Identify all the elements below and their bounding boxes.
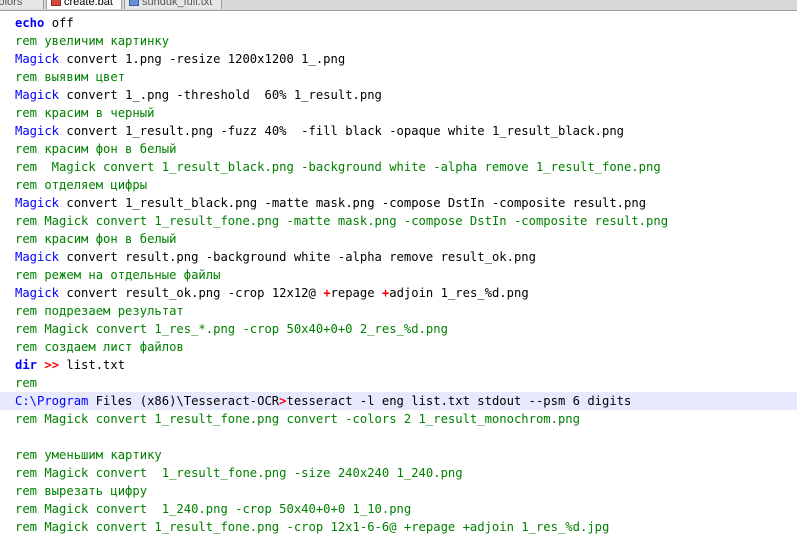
code-line[interactable]: echo off xyxy=(0,14,797,32)
comment-text: rem подрезаем результат xyxy=(15,304,184,318)
code-line[interactable]: rem уменьшим картику xyxy=(0,446,797,464)
code-line[interactable] xyxy=(0,428,797,446)
code-line[interactable]: rem красим в черный xyxy=(0,104,797,122)
code-line[interactable]: rem красим фон в белый xyxy=(0,140,797,158)
path-keyword: C:\Program xyxy=(15,394,89,408)
code-line[interactable]: Magick convert 1_result_black.png -matte… xyxy=(0,194,797,212)
command-keyword: echo xyxy=(15,16,45,30)
operator: + xyxy=(323,286,331,300)
command-keyword: dir xyxy=(15,358,38,372)
command-arguments: adjoin 1_res_%d.png xyxy=(389,286,529,300)
code-line[interactable]: rem выявим цвет xyxy=(0,68,797,86)
code-line[interactable]: rem создаем лист файлов xyxy=(0,338,797,356)
command-keyword: Magick xyxy=(15,88,60,102)
command-keyword: Magick xyxy=(15,196,60,210)
code-line[interactable]: dir >> list.txt xyxy=(0,356,797,374)
command-keyword: Magick xyxy=(15,124,60,138)
command-keyword: Magick xyxy=(15,52,60,66)
tab-sunduk-full-txt[interactable]: sunduk_full.txt xyxy=(124,0,222,9)
code-line[interactable]: rem режем на отдельные файлы xyxy=(0,266,797,284)
command-keyword: Magick xyxy=(15,250,60,264)
tab-label: colors xyxy=(0,0,23,8)
code-line[interactable]: Magick convert result_ok.png -crop 12x12… xyxy=(0,284,797,302)
command-arguments: off xyxy=(44,16,74,30)
tab-bar: colors create.bat sunduk_full.txt xyxy=(0,0,797,11)
tab-label: sunduk_full.txt xyxy=(142,0,213,8)
tab-create-bat[interactable]: create.bat xyxy=(46,0,122,9)
code-line[interactable]: rem подрезаем результат xyxy=(0,302,797,320)
redirect-operator: > xyxy=(279,394,287,408)
comment-text: rem Magick convert 1_result_fone.png -cr… xyxy=(15,520,610,534)
code-line[interactable]: rem Magick convert 1_result_fone.png -cr… xyxy=(0,518,797,536)
comment-text: rem красим в черный xyxy=(15,106,155,120)
comment-text: rem выявим цвет xyxy=(15,70,126,84)
tab-colors[interactable]: colors xyxy=(0,0,44,9)
comment-text: rem увеличим картинку xyxy=(15,34,170,48)
code-line[interactable]: rem xyxy=(0,374,797,392)
code-line[interactable]: Magick convert result.png -background wh… xyxy=(0,248,797,266)
comment-text: rem Magick convert 1_result_black.png -b… xyxy=(15,160,661,174)
comment-text: rem Magick convert 1_res_*.png -crop 50x… xyxy=(15,322,448,336)
code-line[interactable]: rem Magick convert 1_result_fone.png -si… xyxy=(0,464,797,482)
code-line[interactable]: rem Magick convert 1_result_fone.png -ma… xyxy=(0,212,797,230)
comment-text: rem xyxy=(15,376,38,390)
command-arguments: convert 1_.png -threshold 60% 1_result.p… xyxy=(59,88,382,102)
code-line[interactable]: Magick convert 1_.png -threshold 60% 1_r… xyxy=(0,86,797,104)
comment-text: rem Magick convert 1_result_fone.png -si… xyxy=(15,466,463,480)
command-keyword: Magick xyxy=(15,286,60,300)
path-text: Files (x86)\Tesseract-OCR xyxy=(88,394,280,408)
command-arguments: convert 1.png -resize 1200x1200 1_.png xyxy=(59,52,346,66)
command-arguments: tesseract -l eng list.txt stdout --psm 6… xyxy=(286,394,632,408)
command-arguments: convert result.png -background white -al… xyxy=(59,250,536,264)
code-line[interactable]: rem Magick convert 1_res_*.png -crop 50x… xyxy=(0,320,797,338)
command-arguments: convert 1_result_black.png -matte mask.p… xyxy=(59,196,647,210)
comment-text: rem красим фон в белый xyxy=(15,142,177,156)
comment-text: rem Magick convert 1_result_fone.png -ma… xyxy=(15,214,669,228)
command-arguments: convert result_ok.png -crop 12x12@ xyxy=(59,286,324,300)
code-line[interactable]: Magick convert 1_result.png -fuzz 40% -f… xyxy=(0,122,797,140)
code-line[interactable]: rem Magick convert 1_result_black.png -b… xyxy=(0,158,797,176)
comment-text: rem уменьшим картику xyxy=(15,448,162,462)
command-arguments: repage xyxy=(330,286,382,300)
code-line[interactable]: rem красим фон в белый xyxy=(0,230,797,248)
code-line[interactable]: rem увеличим картинку xyxy=(0,32,797,50)
comment-text: rem создаем лист файлов xyxy=(15,340,184,354)
code-line[interactable]: rem Magick convert 1_result_fone.png con… xyxy=(0,410,797,428)
code-line[interactable]: Magick convert 1.png -resize 1200x1200 1… xyxy=(0,50,797,68)
code-line[interactable]: rem отделяем цифры xyxy=(0,176,797,194)
comment-text: rem Magick convert 1_result_fone.png con… xyxy=(15,412,580,426)
code-line[interactable]: rem вырезать цифру xyxy=(0,482,797,500)
command-arguments: convert 1_result.png -fuzz 40% -fill bla… xyxy=(59,124,625,138)
comment-text: rem вырезать цифру xyxy=(15,484,148,498)
batch-file-icon xyxy=(51,0,61,6)
text-file-icon xyxy=(129,0,139,6)
code-line[interactable]: rem Magick convert 1_240.png -crop 50x40… xyxy=(0,500,797,518)
comment-text: rem Magick convert 1_240.png -crop 50x40… xyxy=(15,502,412,516)
comment-text: rem красим фон в белый xyxy=(15,232,177,246)
tab-label: create.bat xyxy=(64,0,113,8)
code-line[interactable]: C:\Program Files (x86)\Tesseract-OCR>tes… xyxy=(0,392,797,410)
redirect-operator: >> xyxy=(37,358,60,372)
code-editor[interactable]: echo off rem увеличим картинку Magick conv… xyxy=(0,14,797,536)
comment-text: rem режем на отдельные файлы xyxy=(15,268,221,282)
command-arguments: list.txt xyxy=(59,358,126,372)
comment-text: rem отделяем цифры xyxy=(15,178,148,192)
